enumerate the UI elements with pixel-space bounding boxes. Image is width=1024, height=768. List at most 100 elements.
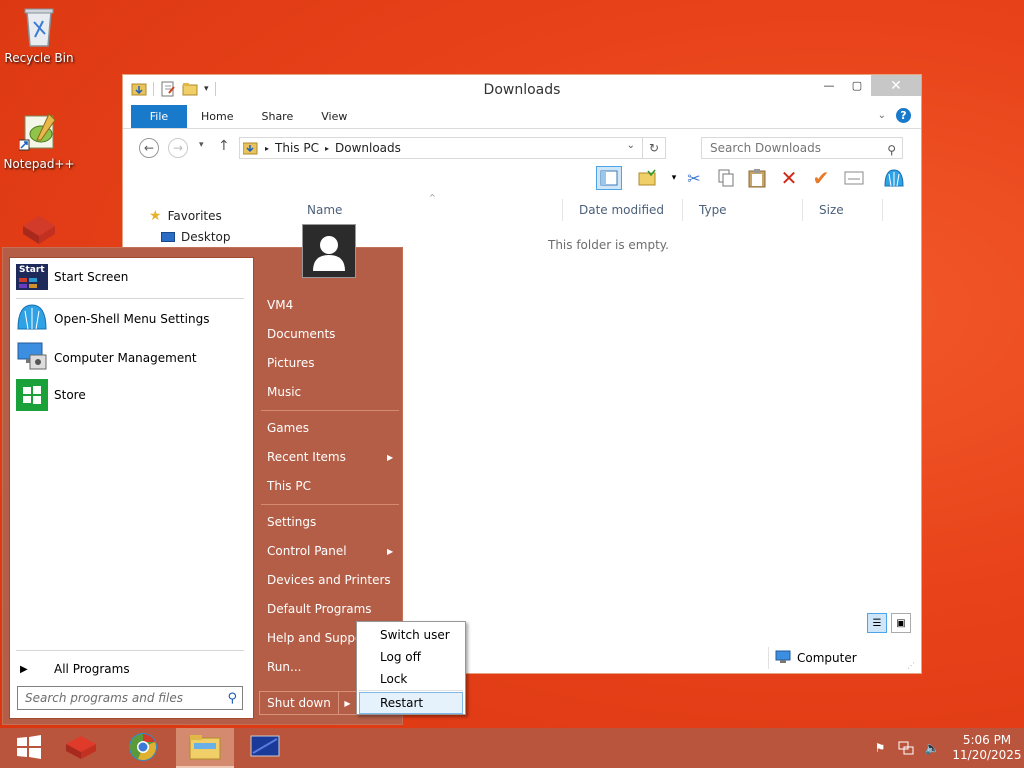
start-menu-item-label: Open-Shell Menu Settings [54,311,210,326]
properties-panel-icon[interactable] [841,166,867,190]
start-menu-settings[interactable]: Settings [267,515,316,529]
search-icon[interactable]: ⚲ [887,140,896,160]
breadcrumb-downloads[interactable]: Downloads [335,141,401,155]
network-icon[interactable] [898,740,914,756]
column-type[interactable]: Type [683,199,803,221]
start-menu-item-open-shell-settings[interactable]: Open-Shell Menu Settings [16,303,209,334]
chevron-right-icon: ▶ [387,547,394,556]
clock-date: 11/20/2025 [952,748,1022,762]
start-menu-music[interactable]: Music [267,385,301,399]
start-menu-user[interactable]: VM4 [267,298,293,312]
desktop-icon-label: Notepad++ [3,157,75,171]
folder-options-button[interactable] [634,166,660,190]
desktop-icon-notepad-plus-plus[interactable]: Notepad++ [1,110,77,171]
separator [16,298,244,299]
notepad-plus-plus-icon [18,110,59,154]
preview-pane-button[interactable] [596,166,622,190]
nav-desktop[interactable]: Desktop [161,230,231,244]
minimize-button[interactable]: — [815,75,843,96]
search-box[interactable]: ⚲ [701,137,903,159]
cube-app-icon [64,734,98,763]
chevron-right-icon: ▸ [265,143,270,153]
submenu-switch-user[interactable]: Switch user [359,624,463,646]
title-bar[interactable]: ▾ Downloads — ▢ ✕ [123,75,921,105]
separator [261,410,399,411]
clock[interactable]: 5:06 PM 11/20/2025 [950,733,1024,763]
start-menu-item-computer-management[interactable]: Computer Management [16,341,197,374]
store-icon [16,379,48,411]
user-avatar[interactable] [302,224,356,278]
expand-ribbon-icon[interactable]: ⌄ [878,110,886,121]
nav-favorites[interactable]: ★ Favorites [149,208,222,224]
tab-share[interactable]: Share [247,105,307,128]
start-menu-control-panel[interactable]: Control Panel [267,544,347,558]
resize-grip-icon[interactable]: ⋰ [907,661,915,670]
start-menu-recent-items[interactable]: Recent Items [267,450,346,464]
column-date-modified[interactable]: Date modified [563,199,683,221]
start-menu-default-programs[interactable]: Default Programs [267,602,372,616]
chevron-right-icon: ▸ [324,143,329,153]
submenu-lock[interactable]: Lock [359,668,463,690]
close-button[interactable]: ✕ [871,75,921,96]
chevron-right-icon: ▶ [20,663,28,675]
taskbar-remote-desktop[interactable] [236,728,294,768]
tab-file[interactable]: File [131,105,187,128]
remote-desktop-icon [250,735,280,762]
taskbar-file-explorer[interactable] [176,728,234,768]
search-input[interactable] [710,141,880,155]
shutdown-button-group: Shut down ▶ [259,691,357,715]
details-view-button[interactable]: ☰ [867,613,887,633]
start-search-box[interactable]: Search programs and files ⚲ [17,686,243,710]
copy-icon[interactable] [713,166,739,190]
desktop-folder-icon [161,232,175,242]
windows-start-icon [16,734,42,763]
desktop-icon-recycle-bin[interactable]: Recycle Bin [1,4,77,65]
separator [16,650,244,651]
help-icon[interactable]: ? [896,108,911,123]
action-center-flag-icon[interactable]: ⚑ [872,740,888,756]
start-menu-devices-printers[interactable]: Devices and Printers [267,573,391,587]
nav-favorites-label: Favorites [167,209,222,223]
window-title: Downloads [483,82,561,98]
start-menu-item-start-screen[interactable]: Start Start Screen [16,264,128,290]
tab-home[interactable]: Home [187,105,247,128]
column-name[interactable]: Name [291,199,563,221]
taskbar-cube-app[interactable] [52,728,110,768]
chrome-icon [128,732,158,765]
search-icon[interactable]: ⚲ [227,688,237,710]
column-size[interactable]: Size [803,199,883,221]
submenu-restart[interactable]: Restart [359,692,463,714]
paste-icon[interactable] [744,166,770,190]
start-menu-pictures[interactable]: Pictures [267,356,315,370]
submenu-log-off[interactable]: Log off [359,646,463,668]
start-menu-documents[interactable]: Documents [267,327,335,341]
up-button[interactable]: ↑ [218,138,230,154]
cut-icon[interactable]: ✂ [681,166,707,190]
shell-icon[interactable] [881,166,907,190]
volume-muted-icon[interactable]: 🔈 [924,740,940,756]
address-bar[interactable]: ▸ This PC ▸ Downloads ⌄ ↻ [239,137,666,159]
start-menu-this-pc[interactable]: This PC [267,479,311,493]
clock-time: 5:06 PM [962,733,1012,747]
forward-button[interactable]: → [168,138,188,158]
back-button[interactable]: ← [139,138,159,158]
maximize-button[interactable]: ▢ [843,75,871,96]
check-icon[interactable]: ✔ [808,166,834,190]
start-menu-item-store[interactable]: Store [16,379,86,411]
start-menu-games[interactable]: Games [267,421,309,435]
refresh-button[interactable]: ↻ [642,137,666,159]
shutdown-options-button[interactable]: ▶ [339,691,357,715]
nav-desktop-label: Desktop [181,230,231,244]
start-button[interactable] [0,728,58,768]
file-explorer-icon [189,732,221,763]
recent-locations-icon[interactable]: ▾ [199,140,204,150]
breadcrumb-this-pc[interactable]: This PC [275,141,319,155]
all-programs-button[interactable]: ▶ All Programs [20,662,130,676]
shutdown-button[interactable]: Shut down [259,691,339,715]
delete-icon[interactable]: ✕ [776,166,802,190]
start-menu-run[interactable]: Run... [267,660,301,674]
address-dropdown-icon[interactable]: ⌄ [627,140,635,151]
taskbar-chrome[interactable] [114,728,172,768]
large-icons-view-button[interactable]: ▣ [891,613,911,633]
tab-view[interactable]: View [307,105,361,128]
